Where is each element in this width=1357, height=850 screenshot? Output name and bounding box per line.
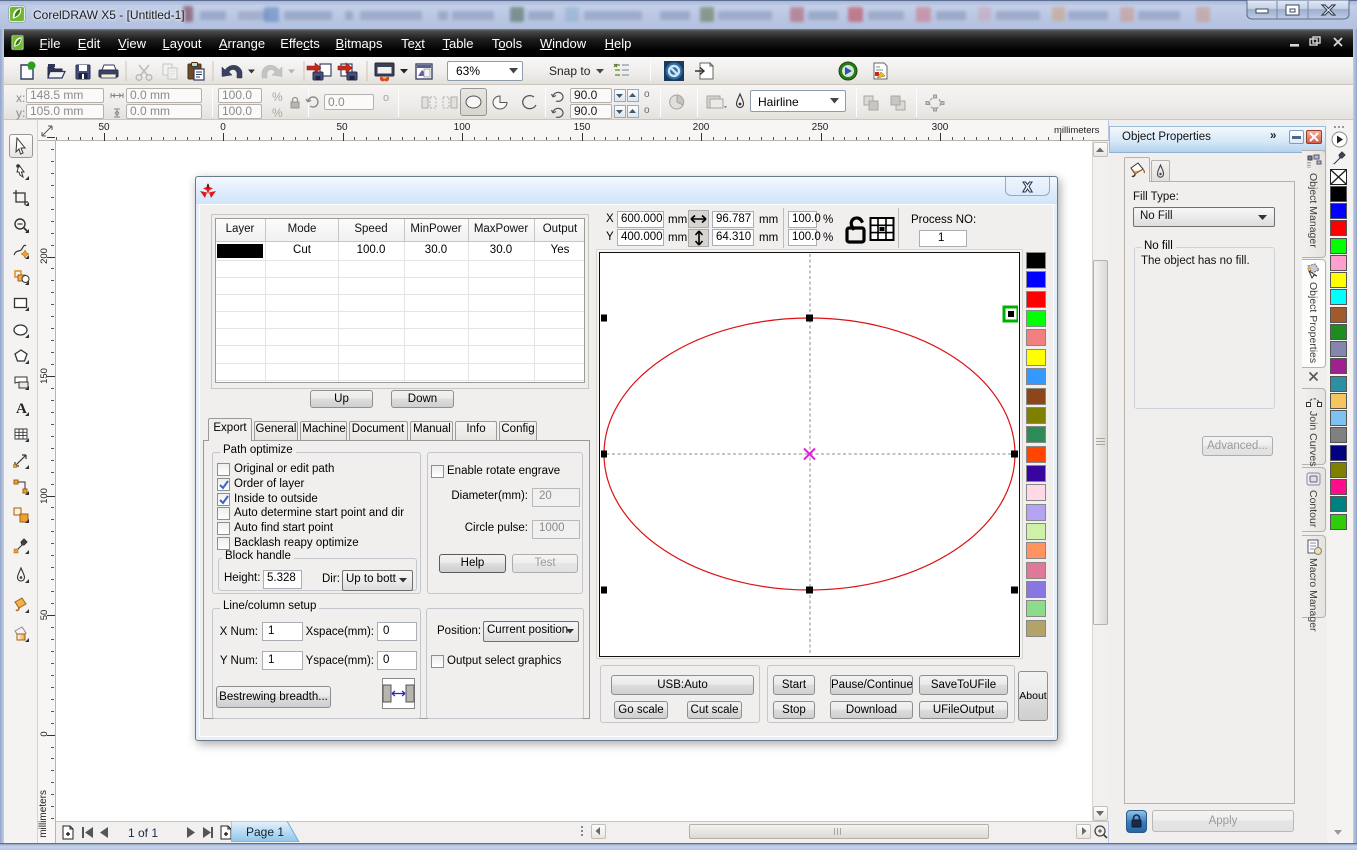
svg-text:A: A [16, 401, 27, 417]
